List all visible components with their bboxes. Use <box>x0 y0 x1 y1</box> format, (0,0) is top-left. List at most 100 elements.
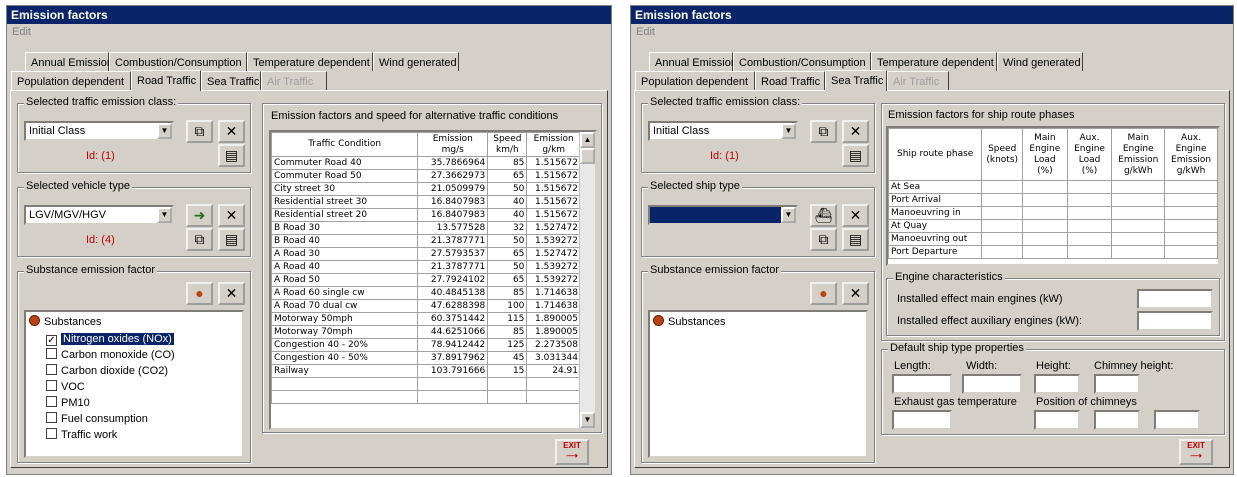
delete-class-button[interactable]: ✕ <box>842 120 869 143</box>
delete-vehicle-button[interactable]: ✕ <box>218 204 245 227</box>
table-cell[interactable] <box>1066 219 1113 233</box>
substance-checkbox[interactable] <box>46 348 57 359</box>
scroll-up-icon[interactable]: ▲ <box>580 132 595 148</box>
table-row[interactable]: Railway 103.791666 15 24.91 <box>271 364 581 378</box>
table-cell[interactable] <box>1164 193 1218 207</box>
phase-name[interactable]: Manoeuvring in <box>888 206 983 220</box>
table-cell[interactable]: 16.8407983 <box>417 195 489 209</box>
table-cell[interactable]: 27.5793537 <box>417 247 489 261</box>
table-cell[interactable] <box>1164 245 1218 259</box>
table-cell[interactable]: 16.8407983 <box>417 208 489 222</box>
table-row[interactable]: Commuter Road 50 27.3662973 65 1.515672 <box>271 169 581 183</box>
table-row[interactable]: Congestion 40 - 50% 37.8917962 45 3.031344 <box>271 351 581 365</box>
table-cell[interactable]: 100 <box>487 299 528 313</box>
table-cell[interactable]: 40 <box>487 208 528 222</box>
chimney-height-input[interactable] <box>1094 374 1140 394</box>
scroll-thumb[interactable] <box>580 148 595 164</box>
exit-button[interactable]: EXIT ⟶ <box>555 439 589 465</box>
copy-ship-button[interactable]: ⧉ <box>810 228 837 251</box>
ship-icon[interactable]: ⛴ <box>810 204 837 227</box>
table-cell[interactable] <box>1164 219 1218 233</box>
table-row[interactable]: Port Arrival <box>888 193 1218 207</box>
width-input[interactable] <box>962 374 1022 394</box>
class-select[interactable]: Initial Class ▼ <box>648 121 798 141</box>
table-cell[interactable] <box>526 377 581 391</box>
phase-name[interactable]: Port Arrival <box>888 193 983 207</box>
table-row[interactable]: Manoeuvring out <box>888 232 1218 246</box>
substance-item[interactable]: VOC <box>46 380 85 395</box>
phase-name[interactable]: Manoeuvring out <box>888 232 983 246</box>
substance-item[interactable]: ✓ Nitrogen oxides (NOx) <box>46 332 175 347</box>
table-cell[interactable] <box>1022 180 1068 194</box>
tree-root[interactable]: Substances <box>29 315 101 330</box>
car-icon[interactable]: ➜ <box>186 204 213 227</box>
table-cell[interactable]: 21.0509979 <box>417 182 489 196</box>
tab-wind[interactable]: Wind generated <box>997 52 1083 71</box>
table-cell[interactable]: 1.890005 <box>526 325 581 339</box>
table-cell[interactable]: 78.9412442 <box>417 338 489 352</box>
tab-sea-traffic[interactable]: Sea Traffic <box>825 70 887 91</box>
table-cell[interactable]: 47.6288398 <box>417 299 489 313</box>
table-cell[interactable]: Commuter Road 40 <box>271 156 419 170</box>
table-row[interactable]: B Road 30 13.577528 32 1.527472 <box>271 221 581 235</box>
menu-edit[interactable]: Edit <box>12 26 31 38</box>
table-cell[interactable] <box>1066 232 1113 246</box>
chevron-down-icon[interactable]: ▼ <box>781 123 796 139</box>
copy-class-button[interactable]: ⧉ <box>186 120 213 143</box>
table-cell[interactable] <box>981 245 1024 259</box>
table-cell[interactable] <box>1066 206 1113 220</box>
table-cell[interactable]: 103.791666 <box>417 364 489 378</box>
phase-name[interactable]: At Quay <box>888 219 983 233</box>
tab-annual-emission[interactable]: Annual Emission <box>649 52 737 71</box>
tree-root[interactable]: Substances <box>653 315 725 330</box>
table-cell[interactable]: 1.527472 <box>526 247 581 261</box>
table-cell[interactable] <box>487 390 528 404</box>
table-cell[interactable] <box>271 377 419 391</box>
scroll-down-icon[interactable]: ▼ <box>580 412 595 428</box>
table-cell[interactable] <box>526 390 581 404</box>
table-cell[interactable]: 27.7924102 <box>417 273 489 287</box>
chevron-down-icon[interactable]: ▼ <box>157 123 172 139</box>
table-cell[interactable]: 65 <box>487 169 528 183</box>
table-cell[interactable]: 125 <box>487 338 528 352</box>
table-cell[interactable]: 1.515672 <box>526 195 581 209</box>
table-row[interactable]: A Road 60 single cw 40.4845138 85 1.714638 <box>271 286 581 300</box>
table-cell[interactable]: 2.273508 <box>526 338 581 352</box>
table-cell[interactable]: 32 <box>487 221 528 235</box>
substance-add-icon[interactable]: ● <box>810 282 837 305</box>
table-row[interactable]: Motorway 50mph 60.3751442 115 1.890005 <box>271 312 581 326</box>
table-row[interactable]: B Road 40 21.3787771 50 1.539272 <box>271 234 581 248</box>
engine-aux-input[interactable] <box>1137 311 1213 331</box>
substance-checkbox[interactable] <box>46 380 57 391</box>
book-icon[interactable]: ▤ <box>218 228 245 251</box>
table-cell[interactable] <box>1111 232 1166 246</box>
table-row[interactable]: At Sea <box>888 180 1218 194</box>
empty-row[interactable] <box>271 390 581 404</box>
table-cell[interactable]: Commuter Road 50 <box>271 169 419 183</box>
table-cell[interactable] <box>981 219 1024 233</box>
table-cell[interactable]: 1.515672 <box>526 208 581 222</box>
table-cell[interactable]: Residential street 20 <box>271 208 419 222</box>
chimney-pos-1-input[interactable] <box>1034 410 1080 430</box>
table-cell[interactable] <box>1164 206 1218 220</box>
table-cell[interactable]: 1.515672 <box>526 182 581 196</box>
table-cell[interactable]: 21.3787771 <box>417 260 489 274</box>
table-cell[interactable]: 40.4845138 <box>417 286 489 300</box>
height-input[interactable] <box>1034 374 1080 394</box>
copy-class-button[interactable]: ⧉ <box>810 120 837 143</box>
table-cell[interactable]: 3.031344 <box>526 351 581 365</box>
table-cell[interactable]: Railway <box>271 364 419 378</box>
table-cell[interactable]: Motorway 50mph <box>271 312 419 326</box>
substance-checkbox[interactable] <box>46 428 57 439</box>
table-cell[interactable] <box>981 206 1024 220</box>
table-cell[interactable] <box>1022 206 1068 220</box>
table-cell[interactable]: 27.3662973 <box>417 169 489 183</box>
scrollbar[interactable]: ▲ ▼ <box>579 132 595 428</box>
tab-population[interactable]: Population dependent <box>11 71 131 90</box>
tab-annual-emission[interactable]: Annual Emission <box>25 52 113 71</box>
substance-add-icon[interactable]: ● <box>186 282 213 305</box>
tab-combustion[interactable]: Combustion/Consumption <box>109 52 247 71</box>
table-row[interactable]: At Quay <box>888 219 1218 233</box>
vehicle-select[interactable]: LGV/MGV/HGV ▼ <box>24 205 174 225</box>
table-cell[interactable]: 50 <box>487 182 528 196</box>
